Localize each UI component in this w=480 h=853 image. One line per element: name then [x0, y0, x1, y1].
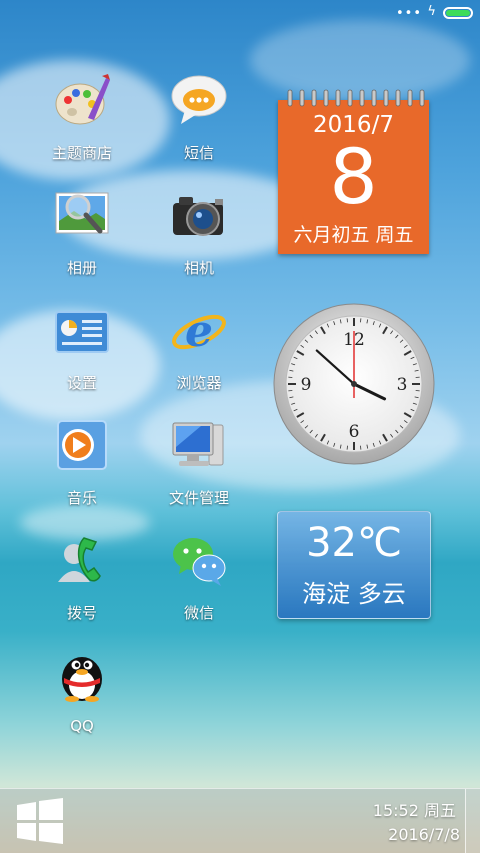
app-label: 相册	[66, 259, 97, 277]
app-theme-store[interactable]: 主题商店	[27, 72, 137, 172]
clock-numeral-3: 3	[397, 375, 408, 395]
app-label: 浏览器	[176, 374, 222, 392]
taskbar-date[interactable]: 2016/7/8	[388, 825, 460, 844]
clock-numeral-9: 9	[301, 375, 312, 395]
weather-temperature: 32℃	[306, 520, 402, 566]
camera-icon	[171, 187, 227, 243]
weather-location-condition: 海淀 多云	[302, 580, 406, 608]
app-label: 微信	[183, 604, 214, 622]
app-label: 拨号	[66, 604, 97, 622]
app-label: 设置	[66, 374, 97, 392]
palette-icon	[54, 72, 110, 128]
app-music[interactable]: 音乐	[27, 417, 137, 517]
app-file-manager[interactable]: 文件管理	[144, 417, 254, 517]
app-label: QQ	[70, 717, 94, 735]
app-browser[interactable]: e 浏览器	[144, 302, 254, 402]
phone-icon	[54, 532, 110, 588]
calendar-widget[interactable]: 2016/7 8 六月初五 周五	[278, 89, 429, 254]
analog-clock-widget[interactable]: 12 3 6 9	[273, 303, 435, 465]
taskbar: 15:52 周五 2016/7/8	[0, 788, 480, 853]
app-label: 相机	[183, 259, 214, 277]
qq-penguin-icon	[54, 647, 110, 703]
calendar-lunar-weekday: 六月初五 周五	[293, 224, 414, 246]
weather-widget[interactable]: 32℃ 海淀 多云	[277, 511, 431, 619]
calendar-day: 8	[329, 132, 378, 221]
internet-explorer-icon: e	[171, 302, 227, 358]
app-wechat[interactable]: 微信	[144, 532, 254, 632]
charging-icon: ϟ	[427, 4, 436, 19]
app-label: 主题商店	[51, 144, 112, 162]
message-bubble-icon	[171, 72, 227, 128]
app-label: 文件管理	[168, 489, 229, 507]
svg-text:e: e	[185, 306, 213, 357]
windows-logo-icon[interactable]	[15, 797, 65, 845]
battery-icon	[443, 7, 473, 19]
music-play-icon	[54, 417, 110, 473]
status-bar: ••• ϟ	[0, 0, 480, 28]
taskbar-time[interactable]: 15:52 周五	[373, 797, 456, 821]
app-label: 短信	[183, 144, 214, 162]
app-settings[interactable]: 设置	[27, 302, 137, 402]
home-screen: ••• ϟ 主题商店 短信 相册 相机 设置 e 浏览器 音乐 文件管理 拨号 …	[0, 0, 480, 853]
signal-dots-icon: •••	[395, 6, 422, 21]
app-gallery[interactable]: 相册	[27, 187, 137, 287]
app-label: 音乐	[66, 489, 97, 507]
app-dialer[interactable]: 拨号	[27, 532, 137, 632]
app-messages[interactable]: 短信	[144, 72, 254, 172]
computer-monitor-icon	[171, 417, 227, 473]
settings-panel-icon	[54, 302, 110, 358]
calendar-rings-icon	[287, 89, 425, 107]
app-camera[interactable]: 相机	[144, 187, 254, 287]
wechat-icon	[171, 532, 227, 588]
clock-numeral-6: 6	[349, 422, 360, 442]
photo-magnifier-icon	[54, 187, 110, 243]
app-qq[interactable]: QQ	[27, 647, 137, 747]
show-desktop-button[interactable]	[465, 789, 480, 853]
